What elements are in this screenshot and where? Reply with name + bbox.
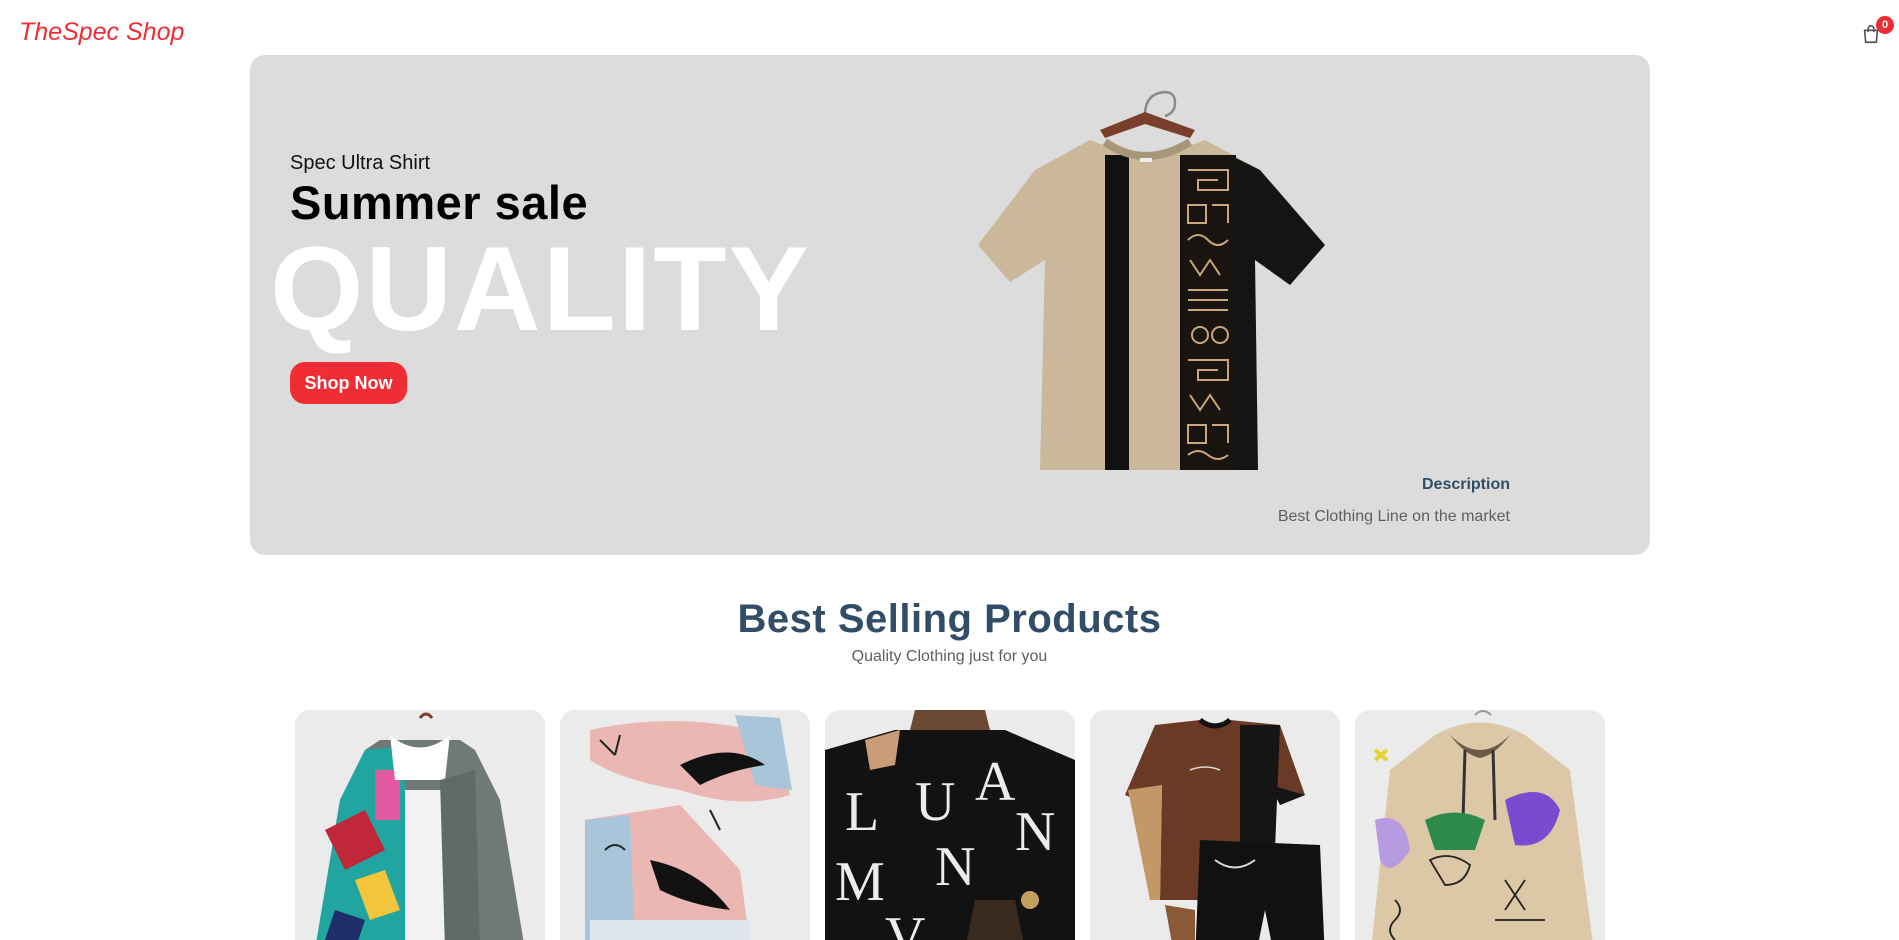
svg-text:U: U — [915, 771, 955, 833]
shop-now-button[interactable]: Shop Now — [290, 362, 407, 404]
product-card[interactable] — [295, 710, 545, 940]
hero-description-text: Best Clothing Line on the market — [1277, 508, 1510, 525]
hero-description-title: Description — [1421, 476, 1510, 493]
hero-product-name: Spec Ultra Shirt — [290, 152, 431, 174]
cart-button[interactable]: 0 — [1857, 16, 1894, 48]
hero-description: Description Best Clothing Line on the ma… — [1278, 476, 1510, 526]
graffiti-sneakers-image — [585, 715, 792, 940]
svg-text:V: V — [885, 906, 925, 940]
svg-text:N: N — [1015, 801, 1055, 863]
hero-banner: Spec Ultra Shirt Summer sale QUALITY Sho… — [250, 55, 1650, 555]
products-title: Best Selling Products — [737, 597, 1162, 641]
shop-logo[interactable]: TheSpec Shop — [19, 18, 184, 47]
product-card[interactable] — [1355, 710, 1605, 940]
svg-text:N: N — [935, 836, 975, 898]
hero-large-text: QUALITY — [270, 222, 811, 356]
products-subtitle: Quality Clothing just for you — [851, 648, 1048, 665]
cart-count-badge: 0 — [1876, 16, 1894, 34]
products-heading: Best Selling Products Quality Clothing j… — [0, 597, 1899, 666]
svg-text:M: M — [835, 851, 885, 913]
product-card[interactable]: L U A N M N I V — [825, 710, 1075, 940]
navbar: TheSpec Shop 0 — [0, 0, 1899, 54]
letter-print-sweater-image: L U A N M N I V — [825, 710, 1075, 940]
patterned-tshirt-image — [978, 90, 1325, 470]
svg-text:L: L — [845, 781, 879, 843]
product-card[interactable] — [1090, 710, 1340, 940]
tshirt-shorts-set-image — [1125, 717, 1325, 940]
graffiti-hoodie-image — [1372, 710, 1593, 940]
patchwork-jacket-image — [316, 712, 524, 940]
svg-text:A: A — [975, 751, 1016, 813]
product-card[interactable] — [560, 710, 810, 940]
